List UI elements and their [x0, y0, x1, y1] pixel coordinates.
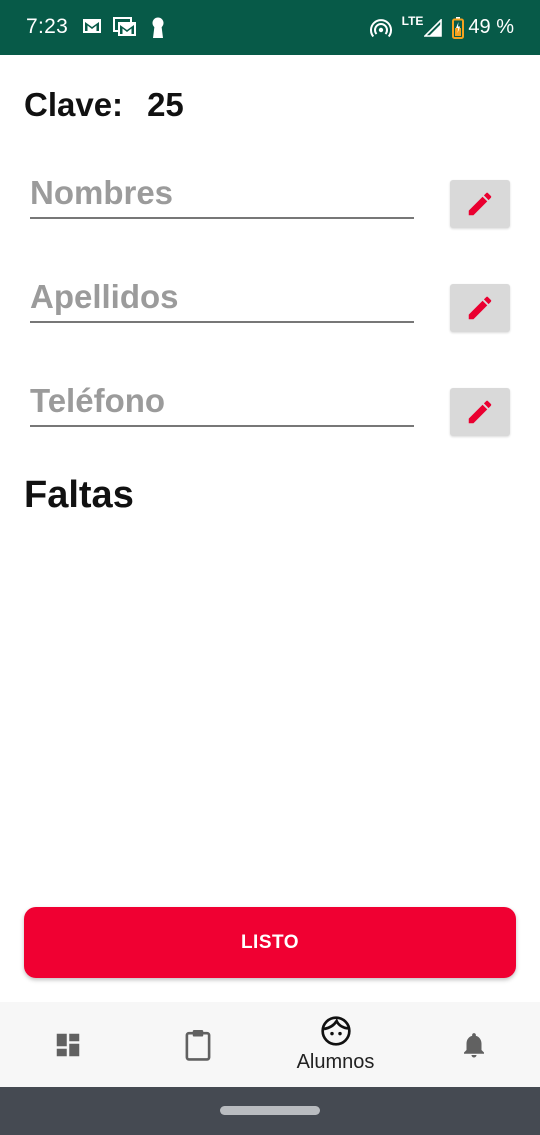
nombres-input[interactable] — [30, 169, 414, 217]
apellidos-field — [30, 273, 414, 323]
apellidos-input[interactable] — [30, 273, 414, 321]
clave-row: Clave: 25 — [24, 86, 184, 124]
pencil-icon — [468, 192, 492, 216]
pencil-icon — [468, 400, 492, 424]
clave-value: 25 — [147, 86, 184, 123]
dashboard-icon — [56, 1033, 79, 1056]
nombres-field — [30, 169, 414, 219]
signal-icon — [424, 18, 443, 37]
hotspot-icon — [369, 18, 392, 38]
nav-label-alumnos: Alumnos — [296, 1051, 375, 1073]
app-screen: 7:23 LTE 49 % Clave: 25 Nombres Apellido… — [0, 0, 540, 1135]
face-icon — [320, 1016, 351, 1046]
faltas-title: Faltas — [24, 474, 134, 516]
status-time: 7:23 — [26, 15, 69, 38]
nav-item-alumnos[interactable]: Alumnos — [268, 1002, 403, 1087]
listo-button-label: LISTO — [240, 931, 300, 953]
system-nav-bar — [0, 1087, 540, 1135]
gmail-icon — [82, 17, 102, 40]
telefono-input[interactable] — [30, 377, 414, 425]
pencil-icon — [468, 296, 492, 320]
clipboard-icon — [185, 1029, 210, 1061]
network-type: LTE — [401, 13, 424, 28]
bottom-nav: Alumnos — [0, 1002, 540, 1087]
telefono-field — [30, 377, 414, 427]
nav-item-clipboard[interactable] — [130, 1002, 265, 1087]
status-icons: LTE 49 % — [369, 0, 514, 55]
home-gesture-handle[interactable] — [220, 1106, 320, 1115]
edit-apellidos-button[interactable] — [450, 284, 510, 332]
keyhole-icon — [151, 17, 165, 44]
nav-item-notifications[interactable] — [406, 1002, 540, 1087]
edit-nombres-button[interactable] — [450, 180, 510, 228]
gmail-icon — [113, 17, 137, 42]
listo-button[interactable]: LISTO — [24, 907, 516, 978]
battery-percent: 49 % — [468, 16, 514, 38]
battery-icon — [452, 16, 465, 39]
edit-telefono-button[interactable] — [450, 388, 510, 436]
status-bar: 7:23 LTE 49 % — [0, 0, 540, 55]
clave-label: Clave: — [24, 86, 124, 123]
bell-icon — [463, 1032, 484, 1057]
nav-item-dashboard[interactable] — [0, 1002, 135, 1087]
